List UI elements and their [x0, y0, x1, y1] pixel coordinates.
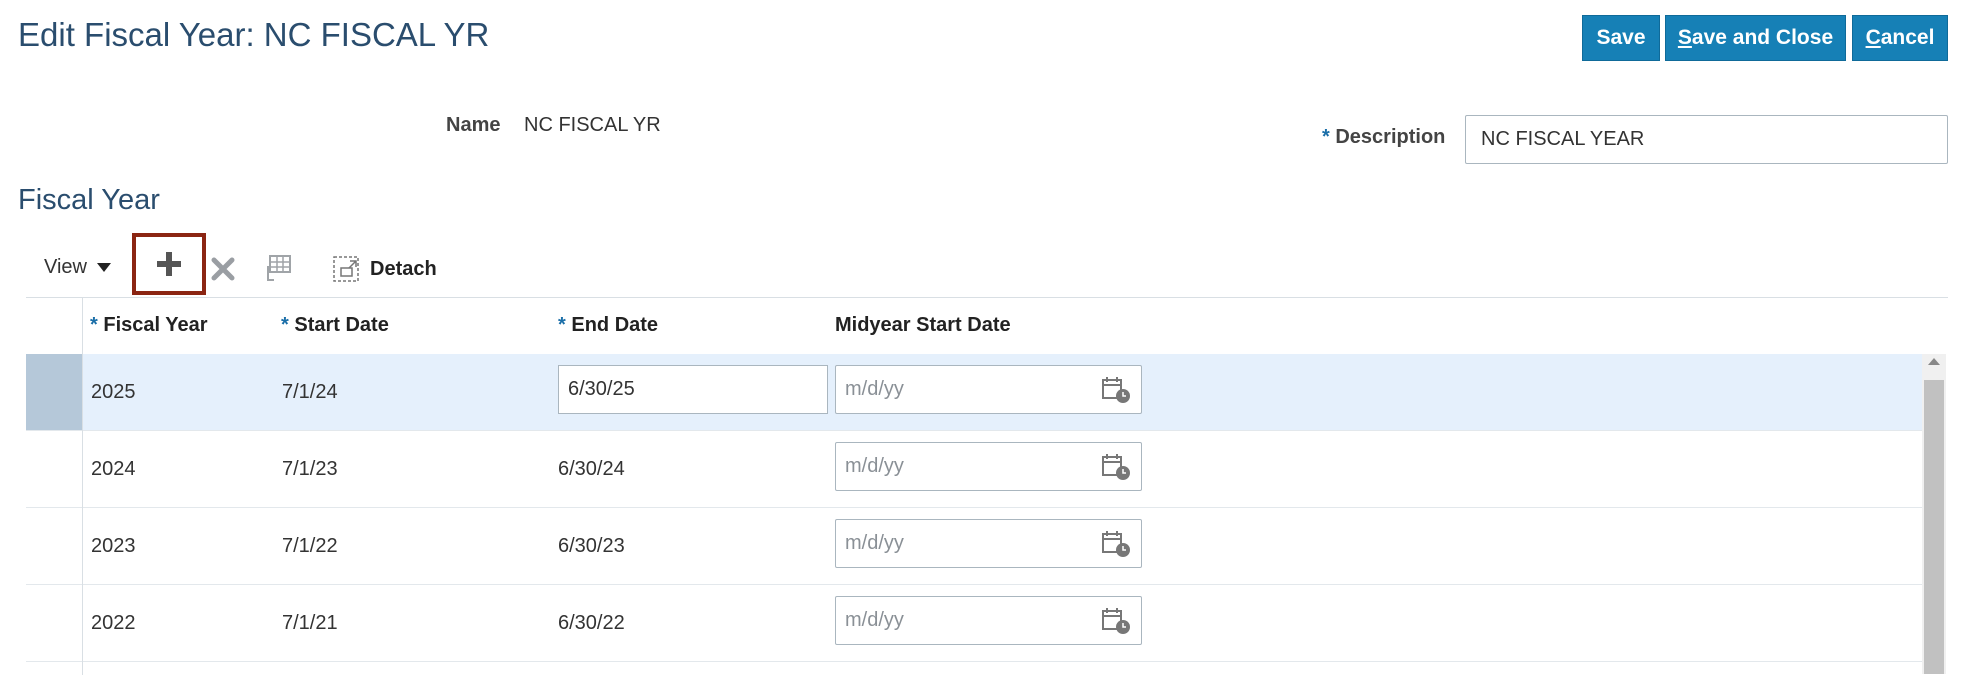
required-marker: * — [281, 314, 289, 336]
cell-start-date: 7/1/23 — [282, 458, 338, 480]
delete-x-icon — [211, 257, 235, 281]
cell-start-date: 7/1/21 — [282, 612, 338, 634]
table-row[interactable]: 2022 7/1/21 6/30/22 — [26, 585, 1922, 662]
column-header-label: Start Date — [294, 314, 389, 336]
description-label-text: Description — [1335, 126, 1446, 148]
detach-icon — [333, 256, 359, 282]
cell-end-date: 6/30/23 — [558, 535, 625, 557]
plus-icon — [157, 252, 181, 276]
description-label: * Description — [1322, 126, 1445, 149]
midyear-start-date-input[interactable] — [836, 520, 1104, 567]
scrollbar-thumb[interactable] — [1924, 380, 1944, 674]
calendar-icon[interactable] — [1101, 530, 1131, 558]
save-and-close-label: ave and Close — [1691, 26, 1834, 49]
vertical-scrollbar[interactable] — [1922, 354, 1946, 674]
column-header-label: Midyear Start Date — [835, 314, 1011, 336]
fiscal-year-table: * Fiscal Year * Start Date * End Date Mi… — [26, 297, 1948, 675]
column-header-fiscal-year[interactable]: * Fiscal Year — [90, 314, 208, 337]
chevron-down-icon — [97, 263, 111, 273]
midyear-start-date-input[interactable] — [836, 597, 1104, 644]
page-title: Edit Fiscal Year: NC FISCAL YR — [18, 16, 490, 53]
column-header-label: Fiscal Year — [103, 314, 208, 336]
end-date-input[interactable] — [558, 365, 828, 414]
table-toolbar: View Detach — [0, 233, 1966, 295]
cell-end-date: 6/30/24 — [558, 458, 625, 480]
midyear-start-date-field — [835, 519, 1142, 568]
midyear-start-date-field — [835, 365, 1142, 414]
column-header-label: End Date — [571, 314, 659, 336]
cancel-button[interactable]: Cancel — [1852, 15, 1948, 61]
calendar-icon[interactable] — [1101, 607, 1131, 635]
midyear-start-date-input[interactable] — [836, 366, 1104, 413]
table-row[interactable]: 2023 7/1/22 6/30/23 — [26, 508, 1922, 585]
detach-button[interactable]: Detach — [332, 253, 437, 285]
view-menu-label: View — [44, 256, 87, 278]
save-and-close-mnemonic: S — [1677, 26, 1692, 49]
cell-fiscal-year: 2022 — [91, 612, 136, 634]
calendar-icon[interactable] — [1101, 453, 1131, 481]
scroll-up-arrow-icon[interactable] — [1928, 358, 1940, 365]
save-and-close-button[interactable]: Save and Close — [1665, 15, 1846, 61]
cell-start-date: 7/1/24 — [282, 381, 338, 403]
table-header-row: * Fiscal Year * Start Date * End Date Mi… — [26, 298, 1948, 354]
calendar-icon[interactable] — [1101, 376, 1131, 404]
view-menu-button[interactable]: View — [44, 256, 111, 279]
midyear-start-date-field — [835, 596, 1142, 645]
delete-row-button[interactable] — [208, 254, 238, 284]
save-button[interactable]: Save — [1582, 15, 1660, 61]
column-header-start-date[interactable]: * Start Date — [281, 314, 389, 337]
required-marker: * — [90, 314, 98, 336]
name-value: NC FISCAL YR — [524, 114, 661, 136]
table-row[interactable]: 2024 7/1/23 6/30/24 — [26, 431, 1922, 508]
cell-fiscal-year: 2023 — [91, 535, 136, 557]
required-marker: * — [1322, 126, 1330, 148]
cell-fiscal-year: 2025 — [91, 381, 136, 403]
cell-start-date: 7/1/22 — [282, 535, 338, 557]
detach-label: Detach — [370, 257, 437, 280]
row-selector-column — [26, 298, 83, 675]
table-row[interactable]: 2025 7/1/24 — [26, 354, 1922, 431]
name-label: Name — [446, 114, 501, 136]
midyear-start-date-field — [835, 442, 1142, 491]
required-marker: * — [558, 314, 566, 336]
description-input[interactable] — [1465, 115, 1948, 164]
cell-fiscal-year: 2024 — [91, 458, 136, 480]
freeze-columns-icon — [267, 255, 291, 281]
column-header-midyear-start-date[interactable]: Midyear Start Date — [835, 314, 1011, 337]
cell-end-date: 6/30/22 — [558, 612, 625, 634]
cancel-label: ancel — [1880, 26, 1935, 49]
column-header-end-date[interactable]: * End Date — [558, 314, 658, 337]
cancel-mnemonic: C — [1865, 26, 1881, 49]
add-row-button[interactable] — [132, 233, 206, 295]
midyear-start-date-input[interactable] — [836, 443, 1104, 490]
freeze-columns-button[interactable] — [262, 252, 294, 284]
section-title-fiscal-year: Fiscal Year — [18, 184, 160, 216]
